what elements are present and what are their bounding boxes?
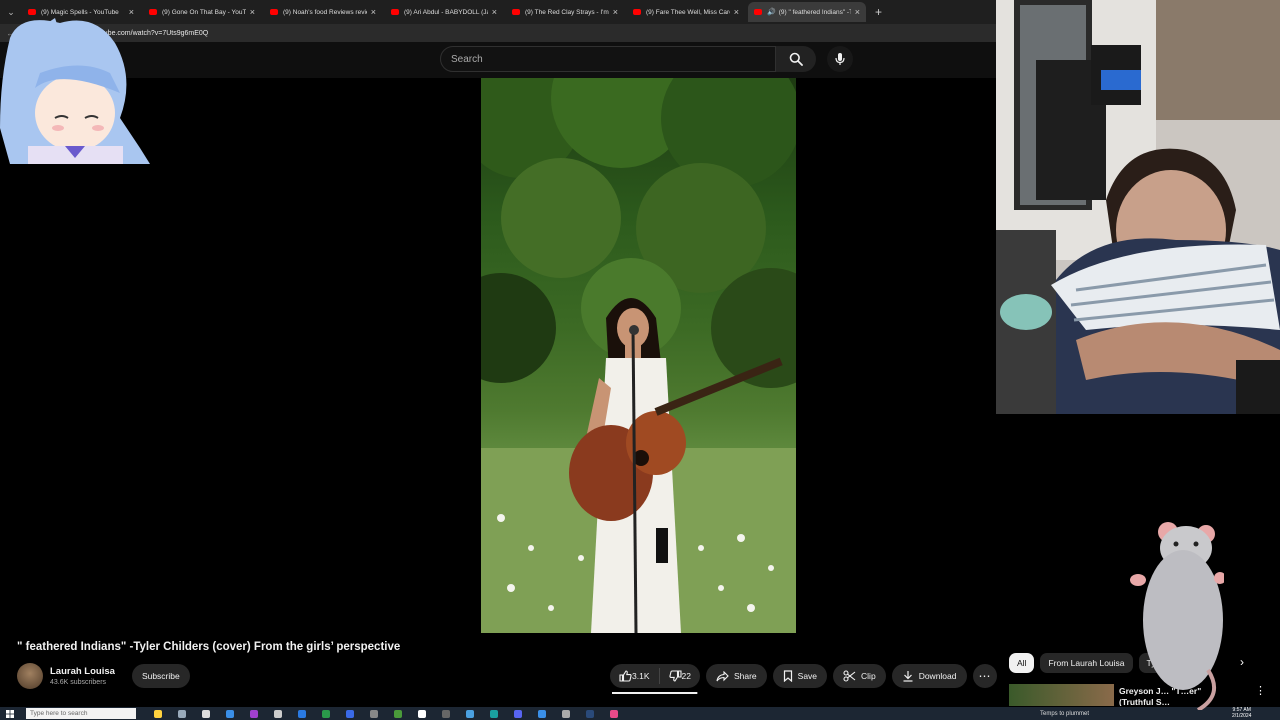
video-frame[interactable] — [481, 78, 796, 633]
like-count: 3.1K — [632, 671, 650, 681]
channel-info: Laurah Louisa 43.6K subscribers — [50, 666, 115, 686]
youtube-favicon-icon — [754, 9, 762, 15]
rat-sticker-overlay — [1130, 522, 1224, 710]
browser-tab[interactable]: (9) Noah's food Reviews reviews h× — [264, 2, 382, 22]
like-ratio-bar — [612, 692, 698, 694]
chip-all[interactable]: All — [1009, 653, 1035, 673]
browser-tab[interactable]: (9) Fare Thee Well, Miss Carousel× — [627, 2, 745, 22]
like-dislike-group: 3.1K 22 — [610, 664, 700, 694]
video-singer-with-guitar — [481, 298, 796, 633]
tab-close-icon[interactable]: × — [129, 7, 134, 17]
app-icon[interactable] — [610, 709, 618, 718]
app-icon[interactable] — [538, 709, 546, 718]
tab-close-icon[interactable]: × — [613, 7, 618, 17]
app-icon[interactable] — [274, 709, 282, 718]
share-label: Share — [733, 671, 757, 681]
clip-button[interactable]: Clip — [833, 664, 886, 688]
microphone-icon — [835, 53, 845, 65]
subscribe-button[interactable]: Subscribe — [131, 664, 190, 688]
thumbs-down-icon — [668, 670, 682, 682]
chip-from-channel[interactable]: From Laurah Louisa — [1040, 653, 1133, 673]
webcam-overlay — [996, 0, 1280, 414]
dislike-count: 22 — [681, 671, 691, 681]
save-label: Save — [797, 671, 818, 681]
tab-close-icon[interactable]: × — [734, 7, 739, 17]
youtube-favicon-icon — [512, 9, 520, 15]
share-icon — [716, 670, 729, 681]
recommended-thumbnail[interactable] — [1009, 684, 1114, 706]
youtube-favicon-icon — [391, 9, 399, 15]
search-input[interactable]: Search — [440, 46, 776, 72]
tab-close-icon[interactable]: × — [855, 7, 860, 17]
app-icon[interactable] — [466, 709, 474, 718]
search-icon — [789, 52, 803, 66]
browser-tab[interactable]: (9) Ari Abdul - BABYDOLL (Jason N× — [385, 2, 503, 22]
chevron-right-icon[interactable]: › — [1240, 655, 1244, 669]
obs-icon[interactable] — [418, 709, 426, 718]
windows-start-button[interactable] — [0, 707, 20, 720]
channel-row: Laurah Louisa 43.6K subscribers Subscrib… — [17, 663, 190, 689]
file-explorer-icon[interactable] — [178, 709, 186, 718]
word-icon[interactable] — [346, 709, 354, 718]
thumbs-up-icon — [619, 670, 632, 682]
app-icon[interactable] — [394, 709, 402, 718]
excel-icon[interactable] — [322, 709, 330, 718]
share-button[interactable]: Share — [705, 664, 767, 688]
youtube-favicon-icon — [149, 9, 157, 15]
tab-close-icon[interactable]: × — [492, 7, 497, 17]
new-tab-button[interactable]: + — [875, 5, 882, 19]
windows-logo-icon — [6, 709, 14, 718]
download-icon — [903, 671, 913, 682]
more-actions-button[interactable]: ⋯ — [972, 664, 997, 688]
clock-date: 2/1/2024 — [1232, 713, 1252, 719]
taskbar-search-input[interactable]: Type here to search — [26, 708, 136, 719]
webcam-room-scene — [996, 0, 1280, 414]
recommended-menu-icon[interactable]: ⋮ — [1255, 684, 1266, 697]
subscriber-count: 43.6K subscribers — [50, 679, 107, 686]
voice-search-button[interactable] — [827, 46, 853, 72]
save-button[interactable]: Save — [772, 664, 828, 688]
clip-label: Clip — [861, 671, 876, 681]
app-icon[interactable] — [490, 709, 498, 718]
channel-name[interactable]: Laurah Louisa — [50, 666, 115, 677]
browser-tab[interactable]: (9) The Red Clay Strays - I'm Still F× — [506, 2, 624, 22]
channel-avatar[interactable] — [17, 663, 43, 689]
weather-text[interactable]: Temps to plummet — [1040, 711, 1089, 717]
youtube-favicon-icon — [28, 9, 36, 15]
app-icon[interactable] — [442, 709, 450, 718]
youtube-favicon-icon — [633, 9, 641, 15]
steam-icon[interactable] — [586, 709, 594, 718]
app-icon[interactable] — [370, 709, 378, 718]
tab-close-icon[interactable]: × — [371, 7, 376, 17]
steam-icon[interactable] — [202, 709, 210, 718]
discord-icon[interactable] — [514, 709, 522, 718]
taskbar-clock[interactable]: 9:57 AM 2/1/2024 — [1232, 707, 1251, 719]
tab-close-icon[interactable]: × — [250, 7, 255, 17]
scissors-icon — [843, 670, 856, 682]
browser-tab-active[interactable]: 🔊(9) " feathered Indians" -Tyle× — [748, 2, 866, 22]
vtuber-avatar-overlay — [0, 18, 150, 164]
taskbar-app-icons — [154, 709, 634, 718]
speaker-icon[interactable]: 🔊 — [767, 8, 776, 16]
download-button[interactable]: Download — [891, 664, 967, 688]
task-view-icon[interactable] — [154, 709, 162, 718]
system-tray: Temps to plummet — [1040, 707, 1089, 720]
download-label: Download — [918, 671, 957, 681]
video-actions: 3.1K 22 Share Save Clip Download ⋯ — [610, 663, 997, 694]
edge-icon[interactable] — [226, 709, 234, 718]
like-ratio-fill — [612, 692, 698, 694]
windows-taskbar: Type here to search Temps to plummet 9:5… — [0, 707, 1280, 720]
bookmark-icon — [783, 670, 792, 682]
search-button[interactable] — [776, 46, 816, 72]
youtube-favicon-icon — [270, 9, 278, 15]
outlook-icon[interactable] — [298, 709, 306, 718]
browser-tab[interactable]: (9) Gone On That Bay - YouTube× — [143, 2, 261, 22]
app-icon[interactable] — [562, 709, 570, 718]
like-button[interactable]: 3.1K — [610, 670, 659, 682]
app-icon[interactable] — [250, 709, 258, 718]
dislike-button[interactable]: 22 — [660, 670, 700, 682]
video-title: " feathered Indians" -Tyler Childers (co… — [17, 641, 401, 653]
